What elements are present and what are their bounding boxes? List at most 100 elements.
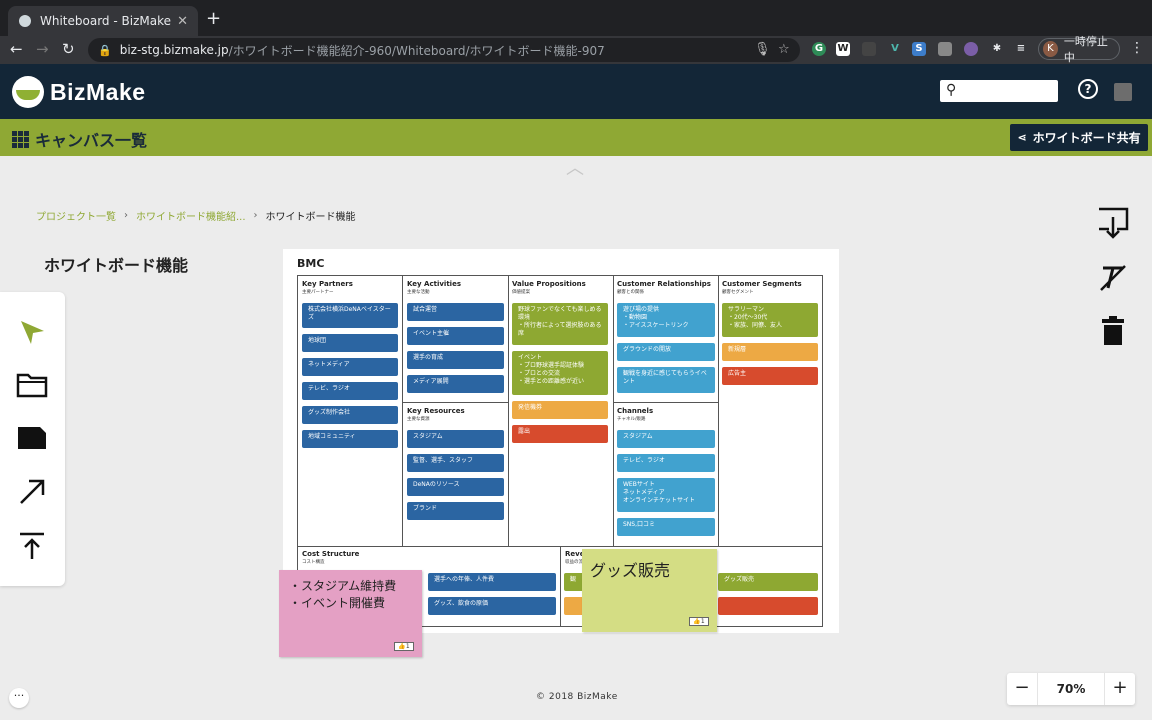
search-input[interactable]: ⚲ [940, 80, 1058, 102]
forward-icon[interactable]: → [36, 40, 49, 58]
sticky-note[interactable]: ネットメディア [302, 358, 398, 376]
sticky-note[interactable] [564, 597, 584, 615]
sticky-note[interactable]: 広告主 [722, 367, 818, 385]
s-extension-icon[interactable]: S [912, 42, 926, 56]
sticky-note[interactable]: 試合運営 [407, 303, 504, 321]
bmc-title: BMC [297, 257, 325, 270]
new-tab-icon[interactable]: + [206, 8, 221, 29]
upload-icon[interactable] [14, 528, 50, 564]
user-avatar[interactable] [1114, 83, 1132, 101]
sticky-note[interactable]: グラウンドの開放 [617, 343, 715, 361]
sticky-note[interactable]: 株式会社横浜DeNAベイスターズ [302, 303, 398, 328]
sticky-note[interactable]: 観 [564, 573, 584, 591]
word-extension-icon[interactable]: W [836, 42, 850, 56]
share-whiteboard-button[interactable]: ⋖ ホワイトボード共有 [1010, 124, 1148, 151]
extension-icon[interactable] [964, 42, 978, 56]
sticky-note[interactable]: 新規層 [722, 343, 818, 361]
pink-sticky-note[interactable]: ・スタジアム維持費 ・イベント開催費 👍1 [279, 570, 422, 657]
sticky-note[interactable]: 選手の育成 [407, 351, 504, 369]
sticky-note[interactable]: 発信機券 [512, 401, 608, 419]
sticky-note[interactable]: グッズ、飲食の原価 [428, 597, 556, 615]
zoom-in-button[interactable]: + [1105, 673, 1135, 705]
zoom-control: − 70% + [1007, 673, 1135, 705]
kr-sub: 主要な資源 [407, 417, 430, 422]
cr-sub: 顧客との関係 [617, 290, 644, 295]
lock-icon: 🔒 [98, 43, 112, 57]
sticky-note[interactable]: ブランド [407, 502, 504, 520]
kr-title: Key Resources [407, 407, 465, 415]
cost-sub: コスト構造 [302, 560, 325, 565]
like-badge[interactable]: 👍1 [689, 617, 709, 626]
sticky-note[interactable]: 選手への年俸、人件費 [428, 573, 556, 591]
sticky-note[interactable]: スタジアム [407, 430, 504, 448]
logo-mark-icon [12, 76, 44, 108]
logo[interactable]: BizMake [12, 76, 146, 108]
copyright: © 2018 BizMake [536, 692, 618, 702]
sticky-note[interactable]: メディア展開 [407, 375, 504, 393]
sticky-note[interactable]: サラリーマン ・20代〜30代 ・家族、同僚、友人 [722, 303, 818, 337]
browser-toolbar: ← → ↻ 🔒 biz-stg.bizmake.jp /ホワイトボード機能紹介-… [0, 35, 1152, 64]
breadcrumb-project[interactable]: ホワイトボード機能紹... [136, 208, 246, 223]
file-icon[interactable] [14, 420, 50, 456]
help-icon[interactable]: ? [1078, 79, 1098, 99]
browser-tabbar: Whiteboard - BizMake ✕ + [0, 0, 1152, 36]
vue-extension-icon[interactable]: V [888, 42, 902, 56]
yellow-sticky-note[interactable]: グッズ販売 👍1 [582, 549, 717, 632]
zoom-out-button[interactable]: − [1007, 673, 1037, 705]
extension-icon[interactable] [938, 42, 952, 56]
sticky-note[interactable]: 監督、選手、スタッフ [407, 454, 504, 472]
sticky-note[interactable]: 観戦を身近に感じてもらうイベント [617, 367, 715, 393]
canvas-list-label: キャンバス一覧 [35, 131, 148, 150]
profile-avatar: K [1043, 41, 1058, 57]
reload-icon[interactable]: ↻ [62, 40, 75, 58]
sticky-note[interactable]: テレビ、ラジオ [617, 454, 715, 472]
mic-icon[interactable]: 🎙 [754, 42, 771, 57]
canvas-list-link[interactable]: キャンバス一覧 [12, 127, 147, 151]
chevron-up-icon[interactable]: ︿ [566, 154, 584, 180]
like-badge[interactable]: 👍1 [394, 642, 414, 651]
connector-arrow-icon[interactable] [14, 474, 50, 510]
sticky-note[interactable]: テレビ、ラジオ [302, 382, 398, 400]
clear-format-icon[interactable] [1094, 259, 1132, 297]
more-options-icon[interactable]: ··· [9, 688, 29, 708]
grammarly-extension-icon[interactable]: G [812, 42, 826, 56]
browser-menu-icon[interactable]: ⋮ [1130, 40, 1144, 56]
sticky-note[interactable]: イベント ・プロ野球選手認証体験 ・プロとの交流 ・選手との距離感が近い [512, 351, 608, 395]
ka-sub: 主要な活動 [407, 290, 430, 295]
sticky-note[interactable]: グッズ制作会社 [302, 406, 398, 424]
breadcrumb-projects[interactable]: プロジェクト一覧 [36, 208, 116, 223]
search-icon: ⚲ [946, 82, 957, 98]
sticky-note[interactable]: SNS,口コミ [617, 518, 715, 536]
sticky-note[interactable]: 地域コミュニティ [302, 430, 398, 448]
sticky-note[interactable] [718, 597, 818, 615]
tool-palette [0, 292, 65, 586]
tab-close-icon[interactable]: ✕ [177, 14, 188, 29]
vp-sub: 価値提案 [512, 290, 530, 295]
sticky-note[interactable]: 地球団 [302, 334, 398, 352]
sticky-note[interactable]: 露出 [512, 425, 608, 443]
canvas-bar: キャンバス一覧 ⋖ ホワイトボード共有 [0, 119, 1152, 156]
bookmark-star-icon[interactable]: ☆ [778, 42, 790, 57]
bmc-divider [614, 402, 719, 403]
address-bar[interactable]: 🔒 biz-stg.bizmake.jp /ホワイトボード機能紹介-960/Wh… [88, 38, 800, 62]
profile-chip[interactable]: K 一時停止中 [1038, 35, 1120, 64]
sticky-note[interactable]: グッズ販売 [718, 573, 818, 591]
favicon-icon [19, 15, 31, 27]
browser-tab[interactable]: Whiteboard - BizMake ✕ [8, 6, 198, 36]
sticky-note[interactable]: イベント主催 [407, 327, 504, 345]
download-icon[interactable] [1094, 204, 1132, 242]
folder-icon[interactable] [14, 367, 50, 403]
sticky-note[interactable]: 野球ファンでなくても楽しめる環境 ・所行者によって選択肢のある席 [512, 303, 608, 345]
extension-icon[interactable] [862, 42, 876, 56]
sticky-note[interactable]: スタジアム [617, 430, 715, 448]
select-arrow-icon[interactable] [14, 314, 50, 350]
sticky-note[interactable]: WEBサイト ネットメディア オンラインチケットサイト [617, 478, 715, 512]
sticky-note[interactable]: DeNAのリソース [407, 478, 504, 496]
back-icon[interactable]: ← [10, 40, 23, 58]
reading-list-icon[interactable]: ≡ [1014, 42, 1028, 56]
breadcrumb-separator: › [253, 210, 258, 221]
sticky-note[interactable]: 遊び場の提供 ・動物園 ・アイススケートリンク [617, 303, 715, 337]
extensions-puzzle-icon[interactable]: ✱ [990, 42, 1004, 56]
grid-icon [12, 130, 29, 148]
trash-icon[interactable] [1094, 312, 1132, 350]
